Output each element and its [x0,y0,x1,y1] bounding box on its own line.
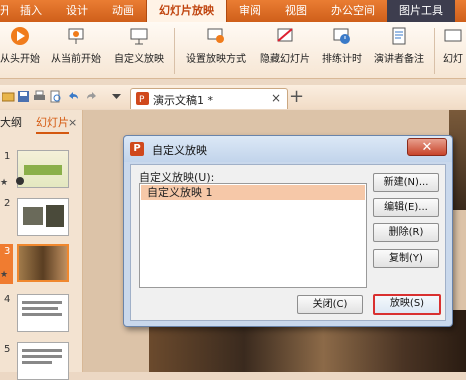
play-icon [11,27,29,45]
from-start-button[interactable]: 从头开始 [0,26,40,65]
custom-show-dialog: P 自定义放映 ✕ 自定义放映(U): 自定义放映 1 新建(N)... 编辑(… [123,135,453,327]
close-button[interactable]: 关闭(C) [297,295,363,314]
tab-animation[interactable]: 动画 [100,0,146,22]
new-button[interactable]: 新建(N)... [373,173,439,192]
document-name: 演示文稿1 * [153,94,213,107]
slide-thumbnail[interactable] [17,244,69,282]
transition-icon [16,177,24,185]
slides-panel: 大纲 幻灯片 × 1 ★ 2 3 ★ 4 5 [0,110,83,380]
edit-button[interactable]: 编辑(E)... [373,198,439,217]
tab-view[interactable]: 视图 [273,0,319,22]
custom-shows-list[interactable]: 自定义放映 1 [139,183,367,288]
speaker-notes-button[interactable]: 演讲者备注 [370,26,428,65]
folder-icon[interactable] [2,90,15,103]
notes-icon [392,27,406,45]
tab-office-space[interactable]: 办公空间 [319,0,387,22]
setup-show-label: 设置放映方式 [186,54,246,65]
slide-more-button[interactable]: 幻灯 [440,26,466,65]
speaker-notes-label: 演讲者备注 [374,54,424,65]
from-start-label: 从头开始 [0,54,40,65]
slide-icon [444,29,462,42]
dialog-body: 自定义放映(U): 自定义放映 1 新建(N)... 编辑(E)... 删除(R… [130,164,446,321]
projector-icon [68,28,84,44]
save-icon[interactable] [17,90,30,103]
ribbon: 从头开始 从当前开始 自定义放映 设置放映方式 隐藏幻灯片 排练计时 演讲者备注… [0,22,466,79]
list-item[interactable]: 自定义放映 1 [141,185,365,200]
thumbnail-text-line [22,355,62,358]
custom-show-label: 自定义放映 [114,54,164,65]
undo-icon[interactable] [66,90,79,103]
setup-show-button[interactable]: 设置放映方式 [182,26,250,65]
presentation-file-icon: P [136,92,149,105]
hide-slide-label: 隐藏幻灯片 [260,54,310,65]
print-icon[interactable] [33,90,46,103]
thumbnail-text-line [22,307,58,310]
slide-number: 1 [4,151,11,162]
slide-thumbnail[interactable] [17,294,69,332]
tab-outline[interactable]: 大纲 [0,114,22,130]
slide-more-label: 幻灯 [443,54,463,65]
close-panel-icon[interactable]: × [68,116,77,129]
slide-thumbnail[interactable] [17,342,69,380]
thumbnail-text-line [22,361,52,364]
dialog-title-bar[interactable]: P 自定义放映 ✕ [124,136,452,162]
delete-button[interactable]: 删除(R) [373,223,439,242]
close-icon[interactable]: ✕ [407,138,447,156]
tab-picture-tools[interactable]: 图片工具 [387,0,455,22]
star-icon: ★ [0,178,9,188]
tab-slideshow[interactable]: 幻灯片放映 [146,0,227,22]
rehearse-timings-button[interactable]: 排练计时 [318,26,366,65]
tab-insert[interactable]: 插入 [8,0,54,22]
star-icon: ★ [0,270,9,280]
dialog-title: 自定义放映 [152,144,207,157]
chevron-down-icon[interactable] [110,90,123,103]
rehearse-timings-label: 排练计时 [322,54,362,65]
slide-number: 2 [4,198,11,209]
preview-icon[interactable] [49,90,62,103]
thumbnail-text-line [22,313,62,316]
menu-bar: 开始 插入 设计 动画 幻灯片放映 审阅 视图 办公空间 图片工具 [0,0,466,22]
thumbnail-image [24,165,62,175]
custom-show-button[interactable]: 自定义放映 [110,26,168,65]
settings-screen-icon [207,28,224,43]
slide-number: 5 [4,344,11,355]
copy-button[interactable]: 复制(Y) [373,249,439,268]
slide-number: 4 [4,294,11,305]
from-current-label: 从当前开始 [51,54,101,65]
slide-number: 3 [4,246,11,257]
presentation-logo-icon: P [130,142,144,156]
screen-icon [130,28,148,45]
thumbnail-text-line [22,301,62,304]
hide-slide-button[interactable]: 隐藏幻灯片 [256,26,314,65]
clock-icon [333,28,350,44]
slide-thumbnail[interactable] [17,198,69,236]
svg-text:P: P [139,95,145,105]
ribbon-separator [174,28,175,74]
thumbnail-image [46,205,64,227]
close-tab-icon[interactable]: × [271,91,281,105]
tab-design[interactable]: 设计 [54,0,100,22]
ribbon-separator [434,28,435,74]
show-button[interactable]: 放映(S) [373,294,441,315]
thumbnail-text-line [22,349,62,352]
tab-slides[interactable]: 幻灯片 [36,114,69,134]
redo-icon[interactable] [86,90,99,103]
hide-slide-icon [277,28,293,42]
new-tab-button[interactable]: + [289,86,304,107]
from-current-button[interactable]: 从当前开始 [48,26,104,65]
thumbnail-image [23,207,43,225]
tab-home[interactable]: 开始 [0,0,8,22]
document-tab[interactable]: P 演示文稿1 * × [130,88,288,109]
tab-review[interactable]: 审阅 [227,0,273,22]
